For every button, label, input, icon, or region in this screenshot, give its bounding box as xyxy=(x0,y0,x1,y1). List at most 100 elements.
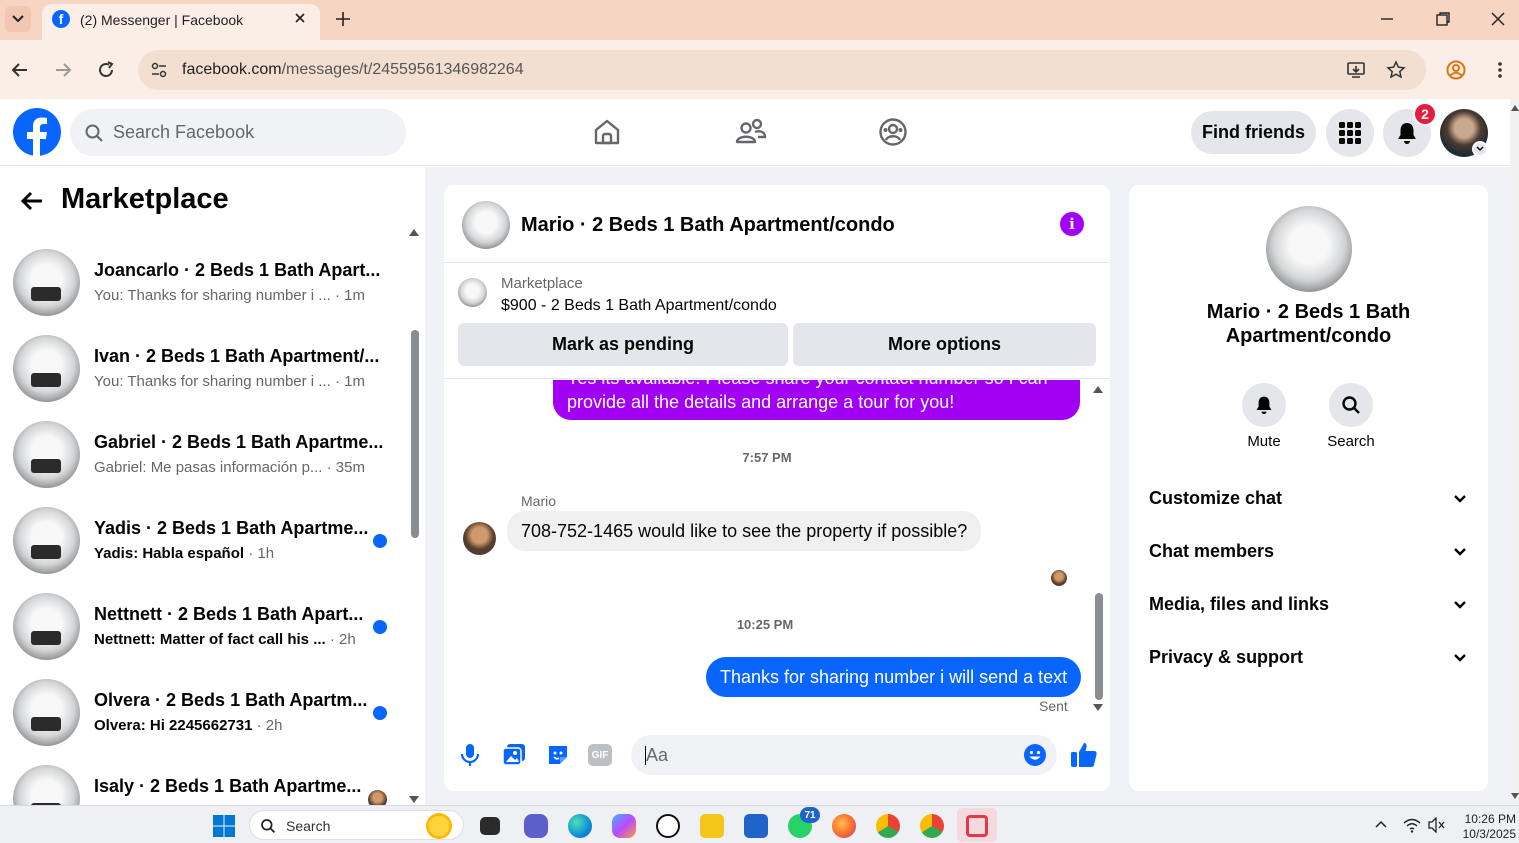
notification-badge: 2 xyxy=(1413,102,1437,126)
thread-scroll-up[interactable] xyxy=(1093,386,1103,393)
chat-avatar[interactable] xyxy=(462,201,510,249)
install-app-icon[interactable] xyxy=(1346,60,1366,80)
message-input[interactable]: Aa xyxy=(631,735,1057,775)
timestamp: 7:57 PM xyxy=(742,450,792,465)
read-receipt-avatar xyxy=(1051,570,1067,586)
facebook-logo-icon[interactable] xyxy=(13,108,61,156)
chatgpt-icon[interactable] xyxy=(656,814,680,838)
tab-search-button[interactable] xyxy=(5,6,31,32)
chat-title[interactable]: Mario · 2 Beds 1 Bath Apartment/condo xyxy=(521,214,895,237)
conversation-item[interactable]: Yadis · 2 Beds 1 Bath Apartme... Yadis: H… xyxy=(0,498,400,584)
emoji-icon[interactable] xyxy=(1023,743,1047,767)
photo-icon[interactable] xyxy=(502,743,526,767)
close-tab-icon[interactable] xyxy=(292,10,308,26)
url-text: facebook.com/messages/t/2455956134698226… xyxy=(182,61,524,78)
conversation-name: Gabriel · 2 Beds 1 Bath Apartme... xyxy=(94,432,384,452)
conversation-item[interactable]: Olvera · 2 Beds 1 Bath Apartm... Olvera: … xyxy=(0,670,400,756)
groups-nav-icon[interactable] xyxy=(878,117,908,147)
menu-grid-button[interactable] xyxy=(1326,109,1374,157)
message-input-placeholder: Aa xyxy=(646,745,669,765)
back-arrow-icon[interactable] xyxy=(20,189,44,213)
search-in-conversation-button[interactable] xyxy=(1329,383,1373,427)
bookmark-star-icon[interactable] xyxy=(1386,60,1406,80)
listing-title[interactable]: $900 - 2 Beds 1 Bath Apartment/condo xyxy=(501,297,777,315)
minimize-window-icon[interactable] xyxy=(1378,10,1396,28)
info-section-row[interactable]: Chat members xyxy=(1149,541,1469,565)
chevron-down-icon xyxy=(12,15,24,23)
thread-scrollbar-thumb[interactable] xyxy=(1095,593,1103,700)
sidebar-scrollbar-thumb[interactable] xyxy=(411,330,419,538)
friends-nav-icon[interactable] xyxy=(735,117,767,147)
conversation-name: Nettnett · 2 Beds 1 Bath Apart... xyxy=(94,604,364,624)
restore-window-icon[interactable] xyxy=(1434,10,1452,28)
more-options-button[interactable]: More options xyxy=(793,323,1096,366)
start-windows-icon[interactable] xyxy=(212,814,236,838)
account-avatar[interactable] xyxy=(1440,109,1488,157)
outgoing-message[interactable]: Yes its available! Please share your con… xyxy=(553,380,1080,420)
facebook-search-bar[interactable]: Search Facebook xyxy=(70,109,406,156)
conversation-item[interactable]: Gabriel · 2 Beds 1 Bath Apartme... Gabrie… xyxy=(0,412,400,498)
whatsapp-icon[interactable]: 71 xyxy=(788,807,820,838)
conversation-info-icon[interactable]: i xyxy=(1060,212,1084,236)
forward-arrow-icon[interactable] xyxy=(53,60,73,80)
notifications-button[interactable]: 2 xyxy=(1383,102,1437,157)
page-scrollbar[interactable] xyxy=(1510,99,1519,805)
microphone-icon[interactable] xyxy=(459,743,481,767)
info-section-row[interactable]: Privacy & support xyxy=(1149,647,1469,671)
microsoft-store-icon[interactable] xyxy=(744,814,768,838)
browser-tab[interactable]: f (2) Messenger | Facebook xyxy=(42,4,320,40)
mute-label: Mute xyxy=(1247,433,1281,450)
listing-thumbnail[interactable] xyxy=(458,278,487,307)
back-arrow-icon[interactable] xyxy=(10,60,30,80)
sun-emoji-icon xyxy=(426,813,452,839)
address-bar[interactable]: facebook.com/messages/t/2455956134698226… xyxy=(138,50,1426,90)
incoming-message[interactable]: 708-752-1465 would like to see the prope… xyxy=(507,511,982,551)
home-nav-icon[interactable] xyxy=(592,117,622,147)
edge-browser-icon[interactable] xyxy=(568,814,592,838)
mute-button[interactable] xyxy=(1242,383,1286,427)
outgoing-message[interactable]: Thanks for sharing number i will send a … xyxy=(706,657,1082,697)
find-friends-button[interactable]: Find friends xyxy=(1191,111,1316,154)
conversation-item[interactable]: Joancarlo · 2 Beds 1 Bath Apart... You: T… xyxy=(0,240,400,326)
clock-date[interactable]: 10/3/2025 xyxy=(1450,827,1516,841)
show-hidden-icons-icon[interactable] xyxy=(1374,819,1388,829)
chrome-icon[interactable] xyxy=(876,814,900,838)
conversation-preview: Nettnett: Matter of fact call his ... · … xyxy=(94,631,356,648)
sticker-icon[interactable] xyxy=(546,743,570,767)
snipping-tool-active[interactable] xyxy=(957,808,997,842)
sender-avatar[interactable] xyxy=(463,522,496,555)
conversation-name: Yadis · 2 Beds 1 Bath Apartme... xyxy=(94,518,369,538)
sidebar-scroll-up[interactable] xyxy=(409,229,419,236)
new-tab-icon[interactable] xyxy=(334,10,352,28)
contact-avatar[interactable] xyxy=(1266,206,1352,292)
info-section-row[interactable]: Customize chat xyxy=(1149,488,1469,512)
sidebar-scroll-down[interactable] xyxy=(409,796,419,803)
file-explorer-icon[interactable] xyxy=(700,814,724,838)
copilot-icon[interactable] xyxy=(612,814,636,838)
profile-icon[interactable] xyxy=(1446,60,1466,80)
wifi-icon[interactable] xyxy=(1403,817,1421,833)
conversation-item[interactable]: Nettnett · 2 Beds 1 Bath Apart... Nettnet… xyxy=(0,584,400,670)
facebook-header: Search Facebook Find friends 2 xyxy=(0,99,1510,166)
info-section-row[interactable]: Media, files and links xyxy=(1149,594,1469,618)
chrome-profile-icon[interactable] xyxy=(920,814,944,838)
taskbar-search-box[interactable]: Search xyxy=(249,810,464,840)
thumbs-up-icon[interactable] xyxy=(1070,741,1098,769)
mark-as-pending-button[interactable]: Mark as pending xyxy=(458,323,788,366)
task-view-icon[interactable] xyxy=(480,817,500,835)
thread-scroll-down[interactable] xyxy=(1093,704,1103,711)
gif-icon[interactable]: GIF xyxy=(588,744,612,766)
reload-icon[interactable] xyxy=(96,60,116,80)
chat-panel: Mario · 2 Beds 1 Bath Apartment/condo i … xyxy=(444,185,1110,791)
browser-menu-icon[interactable] xyxy=(1490,60,1510,80)
firefox-icon[interactable] xyxy=(832,814,856,838)
teams-chat-icon[interactable] xyxy=(524,814,548,838)
conversation-item[interactable]: Isaly · 2 Beds 1 Bath Apartme...You: Yes… xyxy=(0,756,400,805)
close-window-icon[interactable] xyxy=(1489,10,1507,28)
volume-muted-icon[interactable] xyxy=(1428,817,1446,833)
info-section-label: Chat members xyxy=(1149,541,1275,561)
conversation-item[interactable]: Ivan · 2 Beds 1 Bath Apartment/... You: T… xyxy=(0,326,400,412)
clock-time[interactable]: 10:26 PM xyxy=(1456,812,1516,826)
site-info-icon[interactable] xyxy=(150,61,168,79)
more-options-label: More options xyxy=(888,334,1001,354)
